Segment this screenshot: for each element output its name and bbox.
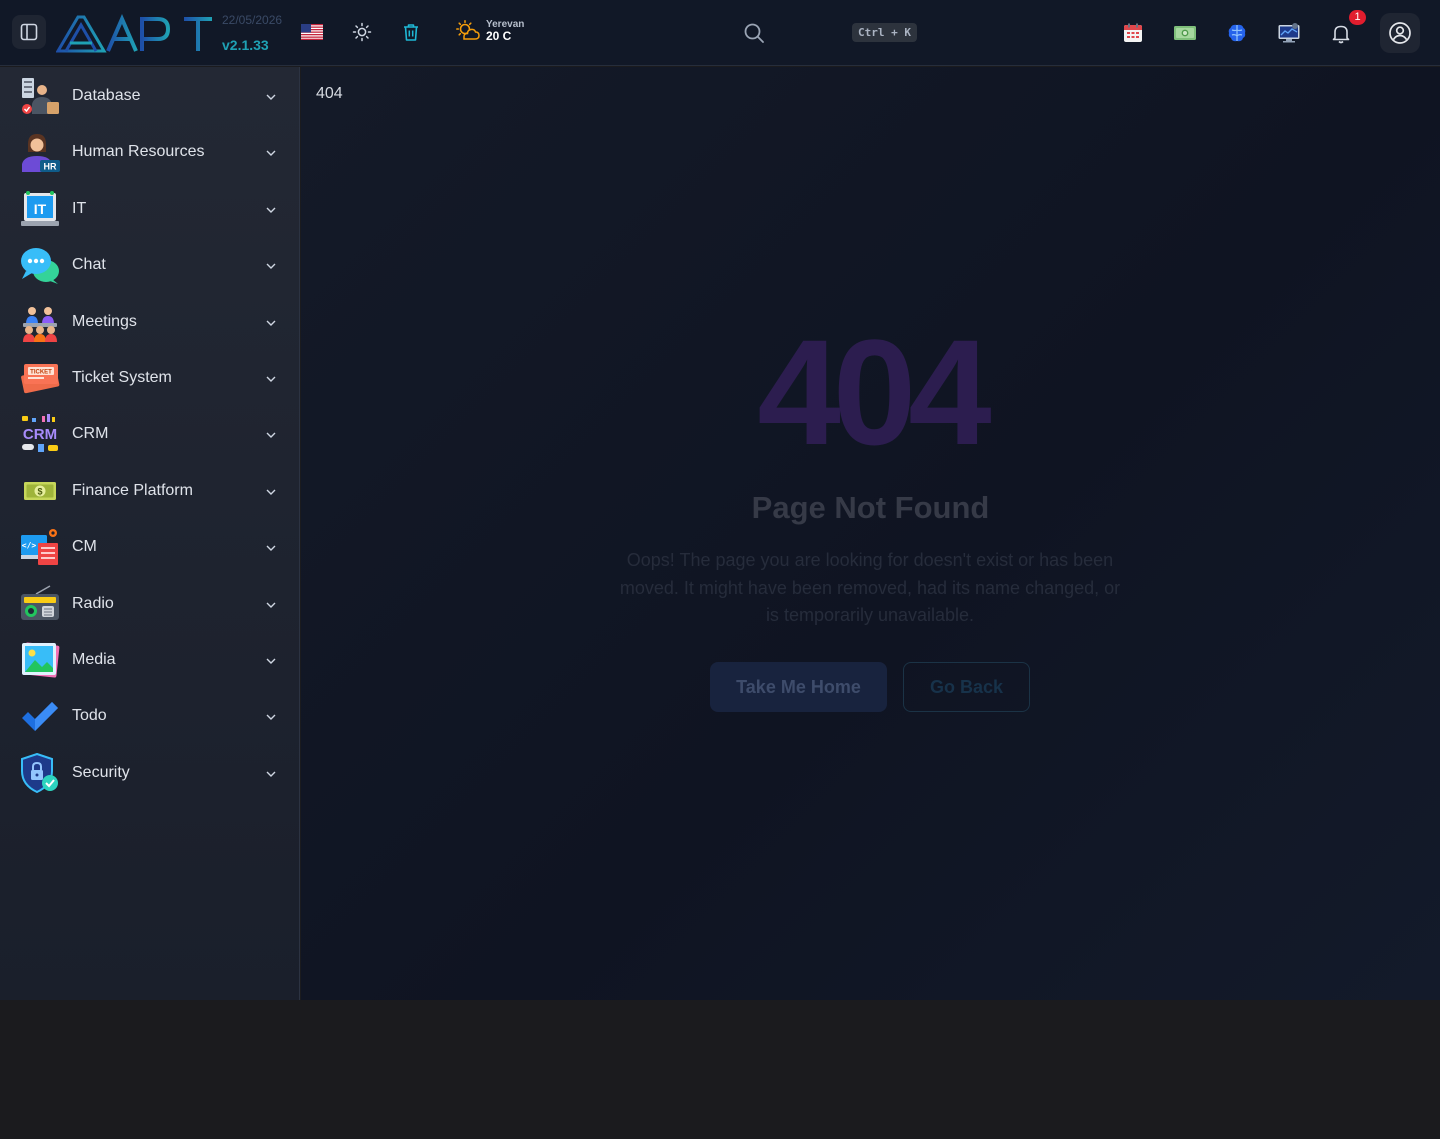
weather-temperature: 20 C [486,29,512,43]
svg-text:</>: </> [22,541,37,550]
weather-icon [456,20,480,40]
finance-button[interactable] [1172,20,1198,46]
sidebar-item-crm[interactable]: CRM CRM [0,408,300,460]
user-circle-icon [1389,22,1411,44]
notification-count-badge: 1 [1349,10,1366,25]
chevron-down-icon [266,658,276,664]
database-icon [22,78,59,114]
sun-icon [352,22,372,42]
sidebar-item-cm[interactable]: </> CM [0,521,300,573]
header-date: 22/05/2026 [222,13,283,27]
sidebar: Database HR Human Resources IT IT Chat M… [0,67,300,1000]
bell-icon [1332,25,1350,44]
sidebar-item-label: Security [72,764,130,781]
chevron-down-icon [266,545,276,551]
svg-text:TICKET: TICKET [30,370,52,376]
chevron-down-icon [266,432,276,438]
media-icon [22,642,60,678]
sidebar-item-finance-platform[interactable]: $ Finance Platform [0,465,300,517]
meetings-icon [23,307,57,342]
sidebar-toggle-icon [20,23,38,41]
sidebar-item-human-resources[interactable]: HR Human Resources [0,126,300,178]
sidebar-item-radio[interactable]: Radio [0,578,300,630]
language-selector[interactable] [300,22,324,42]
app-version: v2.1.33 [222,37,269,53]
app-logo[interactable] [56,12,216,54]
chevron-down-icon [266,602,276,608]
error-message: Oops! The page you are looking for doesn… [619,550,1121,625]
sidebar-item-label: Meetings [72,313,137,330]
go-back-button[interactable]: Go Back [903,662,1030,712]
page-title: Page Not Found [751,490,990,525]
svg-text:CRM: CRM [23,426,57,443]
sidebar-toggle-button[interactable] [12,15,46,49]
money-icon [1174,26,1196,40]
theme-toggle-button[interactable] [350,20,374,44]
sidebar-item-label: Database [72,87,141,104]
sidebar-item-label: Ticket System [72,369,172,386]
search-icon [744,23,764,43]
ai-button[interactable] [1224,20,1250,46]
sidebar-item-label: Media [72,651,116,668]
monitoring-button[interactable] [1276,20,1302,46]
sidebar-item-todo[interactable]: Todo [0,690,300,742]
sidebar-item-label: CRM [72,425,109,442]
sidebar-item-media[interactable]: Media [0,634,300,686]
error-code: 404 [757,308,991,476]
us-flag-icon [301,24,323,40]
it-icon: IT [21,191,59,226]
sidebar-item-database[interactable]: Database [0,70,300,122]
sidebar-item-security[interactable]: Security [0,747,300,799]
weather-widget[interactable]: Yerevan 20 C [456,19,524,43]
calendar-button[interactable] [1120,20,1146,46]
chevron-down-icon [266,263,276,269]
chevron-down-icon [266,320,276,326]
chevron-down-icon [266,771,276,777]
sidebar-item-label: Radio [72,595,114,612]
sidebar-item-label: Human Resources [72,143,205,160]
monitor-icon [1278,23,1300,43]
clear-cache-button[interactable] [399,20,423,44]
main-content: 404 404 Page Not Found Oops! The page yo… [301,67,1440,1000]
sidebar-item-ticket-system[interactable]: TICKET Ticket System [0,352,300,404]
cm-icon: </> [21,529,58,565]
chevron-down-icon [266,94,276,100]
svg-text:$: $ [37,487,42,497]
sidebar-item-label: CM [72,538,97,555]
sidebar-item-meetings[interactable]: Meetings [0,296,300,348]
trash-icon [404,24,418,41]
breadcrumb: 404 [316,85,343,102]
chevron-down-icon [266,714,276,720]
svg-text:IT: IT [34,201,47,217]
sidebar-item-label: Chat [72,256,106,273]
svg-text:HR: HR [44,162,57,172]
sidebar-item-it[interactable]: IT IT [0,183,300,235]
top-bar: 22/05/2026 v2.1.33 Yerevan 20 C Ctrl + K… [0,0,1440,66]
take-me-home-button[interactable]: Take Me Home [710,662,887,712]
ticket-icon: TICKET [21,364,60,394]
calendar-icon [1124,23,1142,42]
chevron-down-icon [266,376,276,382]
security-icon [21,753,58,793]
finance-icon: $ [24,482,56,500]
chat-icon [21,248,59,284]
radio-icon [21,585,59,620]
chevron-down-icon [266,489,276,495]
sidebar-item-label: IT [72,200,87,217]
brain-icon [1228,24,1246,42]
user-menu-button[interactable] [1380,13,1420,53]
apit-logo-icon [56,14,212,53]
search-button[interactable] [741,20,767,46]
crm-icon: CRM [22,414,58,452]
notifications-button[interactable] [1328,20,1354,46]
chevron-down-icon [266,150,276,156]
todo-icon [22,702,58,731]
hr-icon: HR [22,134,60,172]
sidebar-item-label: Todo [72,707,107,724]
sidebar-item-chat[interactable]: Chat [0,239,300,291]
sidebar-item-label: Finance Platform [72,482,193,499]
chevron-down-icon [266,207,276,213]
search-shortcut-hint: Ctrl + K [852,23,917,42]
